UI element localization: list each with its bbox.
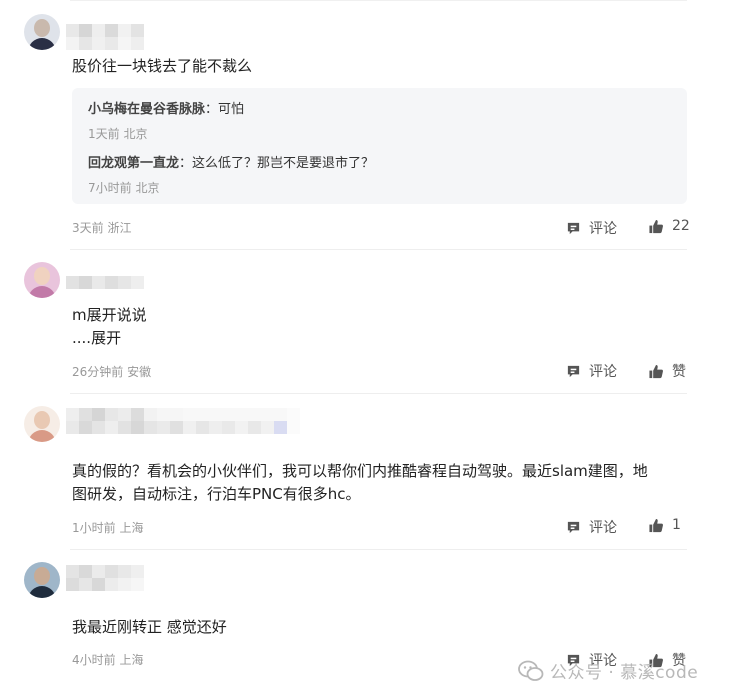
reply-button[interactable]: 评论 [566, 517, 617, 537]
avatar[interactable] [24, 14, 60, 50]
username-obscured[interactable] [66, 565, 144, 591]
like-button[interactable]: 22 [648, 218, 690, 234]
comment-meta: 3天前 浙江 [72, 221, 132, 235]
comment-meta: 4小时前 上海 [72, 653, 144, 667]
reply-text: 可怕 [218, 102, 245, 117]
reply-meta: 1天前 北京 [88, 127, 148, 141]
comment-meta: 1小时前 上海 [72, 521, 144, 535]
thumbs-up-icon [649, 364, 663, 378]
comment-actions: 评论 赞 [566, 361, 690, 381]
comment-icon [567, 222, 580, 234]
divider [70, 249, 687, 250]
reply-text: 这么低了？那岂不是要退市了？ [192, 156, 375, 171]
avatar[interactable] [24, 262, 60, 298]
expand-link[interactable]: ....展开 [72, 327, 147, 350]
reply-1[interactable]: 小乌梅在曼谷香脉脉：可怕 [88, 98, 244, 117]
username-obscured[interactable] [66, 24, 144, 50]
comment-text: 真的假的？看机会的小伙伴们，我可以帮你们内推酷睿程自动驾驶。最近slam建图，地… [72, 462, 648, 503]
username-obscured[interactable] [66, 276, 144, 289]
reply-box: 小乌梅在曼谷香脉脉：可怕 1天前 北京 回龙观第一直龙：这么低了？那岂不是要退市… [72, 88, 687, 204]
comment-meta: 26分钟前 安徽 [72, 365, 152, 379]
avatar[interactable] [24, 406, 60, 442]
comment-text: 股价往一块钱去了能不裁么 [72, 57, 253, 75]
avatar[interactable] [24, 562, 60, 598]
comment-text: 我最近刚转正 感觉还好 [72, 618, 227, 636]
reply-meta: 7小时前 北京 [88, 181, 160, 195]
thumbs-up-icon [649, 219, 663, 233]
reply-button[interactable]: 评论 [566, 361, 617, 381]
comment-actions: 评论 22 [566, 218, 690, 238]
divider [70, 393, 687, 394]
comment-icon [567, 521, 580, 533]
top-divider [70, 0, 687, 1]
thumbs-up-icon [649, 518, 663, 532]
divider [70, 549, 687, 550]
comment-actions: 评论 1 [566, 517, 690, 537]
reply-author[interactable]: 小乌梅在曼谷香脉脉 [88, 102, 205, 117]
like-button[interactable]: 1 [648, 517, 681, 533]
comment-text: m展开说说 ....展开 [72, 304, 147, 350]
reply-2[interactable]: 回龙观第一直龙：这么低了？那岂不是要退市了？ [88, 152, 374, 171]
username-obscured[interactable] [66, 408, 300, 434]
like-button[interactable]: 赞 [648, 361, 686, 381]
watermark: 公众号 · 慕溪code [518, 658, 698, 683]
reply-author[interactable]: 回龙观第一直龙 [88, 156, 179, 171]
wechat-icon [518, 660, 544, 681]
comment-icon [567, 365, 580, 377]
reply-button[interactable]: 评论 [566, 218, 617, 238]
